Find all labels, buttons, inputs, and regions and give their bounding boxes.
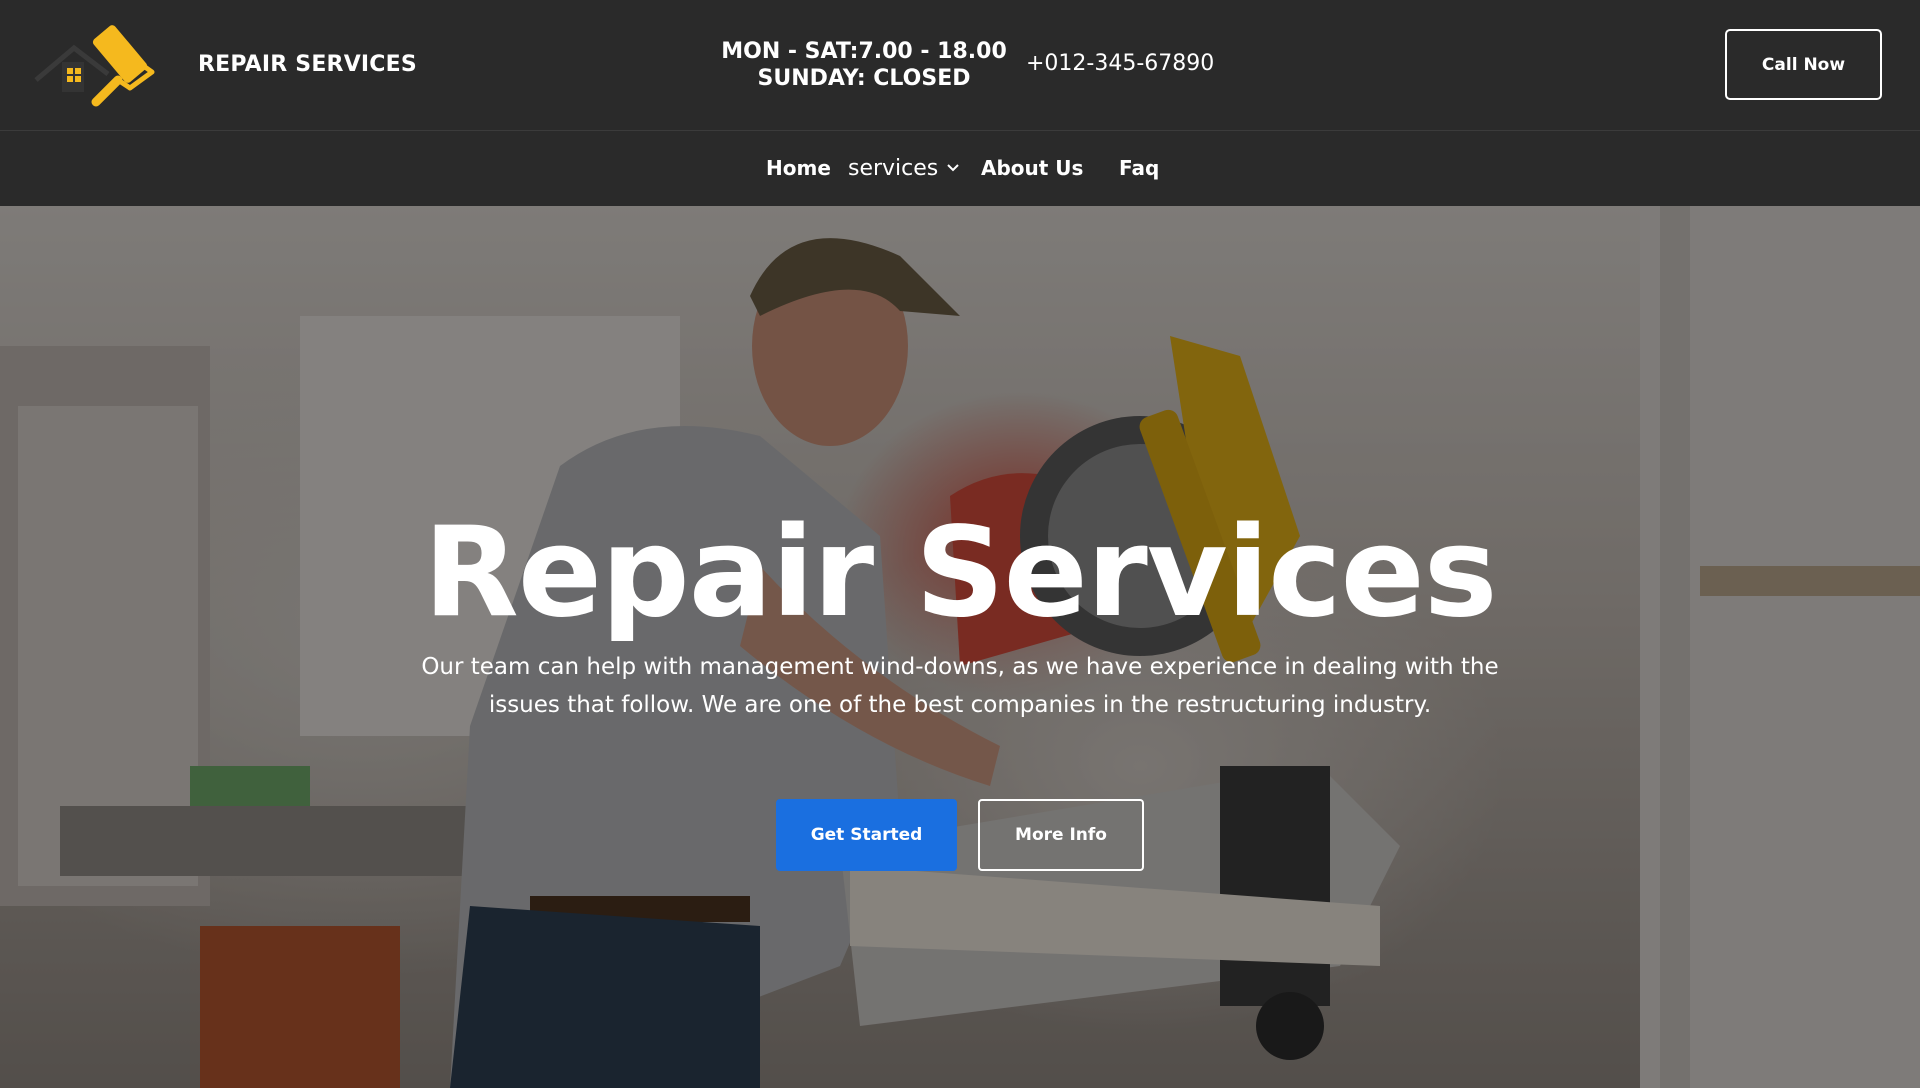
get-started-button[interactable]: Get Started xyxy=(776,799,957,871)
call-now-button[interactable]: Call Now xyxy=(1725,29,1882,100)
nav-item-faq[interactable]: Faq xyxy=(1119,150,1159,186)
hours-weekdays: MON - SAT:7.00 - 18.00 xyxy=(721,39,1007,64)
nav-item-about-us[interactable]: About Us xyxy=(981,150,1083,186)
hero-description: Our team can help with management wind-d… xyxy=(421,654,1499,718)
nav-item-label: About Us xyxy=(981,156,1084,180)
nav-item-label: services xyxy=(848,155,939,181)
nav-item-services[interactable]: services xyxy=(848,150,960,186)
phone-link[interactable]: +012-345-67890 xyxy=(1026,51,1214,76)
hours-sunday: SUNDAY: CLOSED xyxy=(757,66,971,91)
nav-item-label: Faq xyxy=(1119,156,1160,180)
hero-section: Repair Services Our team can help with m… xyxy=(0,206,1920,1088)
main-nav: Home services About Us Faq xyxy=(0,131,1920,206)
paint-roller-house-icon xyxy=(34,25,155,107)
business-hours: MON - SAT:7.00 - 18.00 SUNDAY: CLOSED xyxy=(710,38,1018,92)
nav-item-label: Home xyxy=(766,156,831,180)
page: REPAIR SERVICES MON - SAT:7.00 - 18.00 S… xyxy=(0,0,1920,1088)
logo[interactable] xyxy=(34,22,160,108)
hero-title: Repair Services xyxy=(423,501,1497,645)
more-info-button[interactable]: More Info xyxy=(978,799,1144,871)
brand-name[interactable]: REPAIR SERVICES xyxy=(198,52,417,77)
chevron-down-icon xyxy=(947,164,959,172)
nav-item-home[interactable]: Home xyxy=(766,150,831,186)
top-header: REPAIR SERVICES MON - SAT:7.00 - 18.00 S… xyxy=(0,0,1920,131)
